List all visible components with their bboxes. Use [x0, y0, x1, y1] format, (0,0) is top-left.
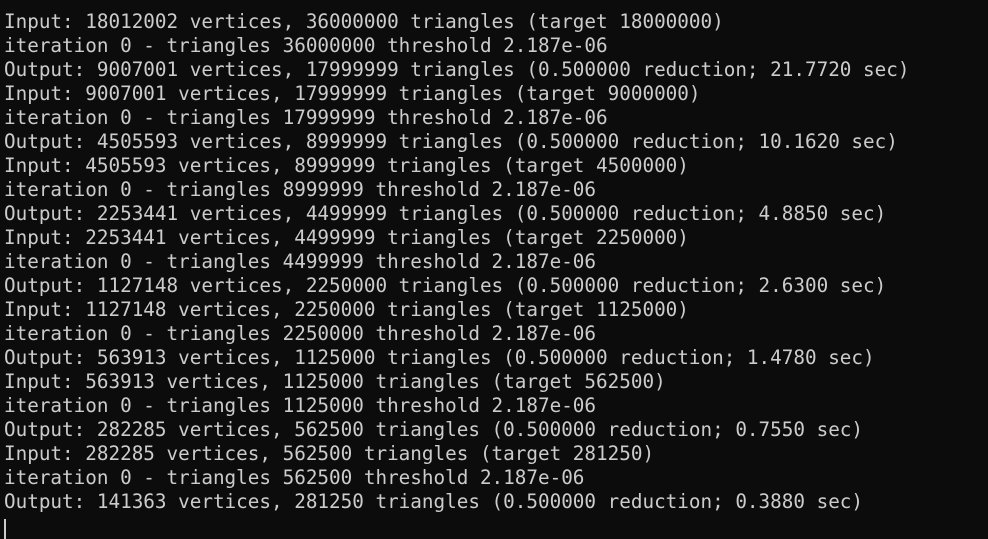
output-line: Input: 4505593 vertices, 8999999 triangl… [4, 154, 689, 177]
output-line: Input: 9007001 vertices, 17999999 triang… [4, 82, 701, 105]
text-cursor [4, 519, 6, 539]
output-line: Input: 18012002 vertices, 36000000 trian… [4, 10, 724, 33]
output-line: iteration 0 - triangles 8999999 threshol… [4, 178, 597, 201]
output-line: Input: 1127148 vertices, 2250000 triangl… [4, 298, 689, 321]
output-line: Output: 9007001 vertices, 17999999 trian… [4, 58, 910, 81]
output-line: Input: 2253441 vertices, 4499999 triangl… [4, 226, 689, 249]
output-line: iteration 0 - triangles 17999999 thresho… [4, 106, 608, 129]
terminal-output[interactable]: Input: 18012002 vertices, 36000000 trian… [0, 0, 988, 539]
output-line: Output: 141363 vertices, 281250 triangle… [4, 490, 864, 513]
output-line: Output: 4505593 vertices, 8999999 triang… [4, 130, 898, 153]
prompt-line[interactable] [4, 514, 988, 539]
output-line: iteration 0 - triangles 562500 threshold… [4, 466, 585, 489]
output-line: Output: 1127148 vertices, 2250000 triang… [4, 274, 887, 297]
output-line: iteration 0 - triangles 4499999 threshol… [4, 250, 597, 273]
output-line: Output: 2253441 vertices, 4499999 triang… [4, 202, 887, 225]
output-line: Input: 282285 vertices, 562500 triangles… [4, 442, 655, 465]
output-line: iteration 0 - triangles 2250000 threshol… [4, 322, 597, 345]
output-line: Output: 282285 vertices, 562500 triangle… [4, 418, 864, 441]
output-line: Output: 563913 vertices, 1125000 triangl… [4, 346, 875, 369]
output-line: iteration 0 - triangles 1125000 threshol… [4, 394, 597, 417]
output-line: Input: 563913 vertices, 1125000 triangle… [4, 370, 666, 393]
output-line: iteration 0 - triangles 36000000 thresho… [4, 34, 608, 57]
